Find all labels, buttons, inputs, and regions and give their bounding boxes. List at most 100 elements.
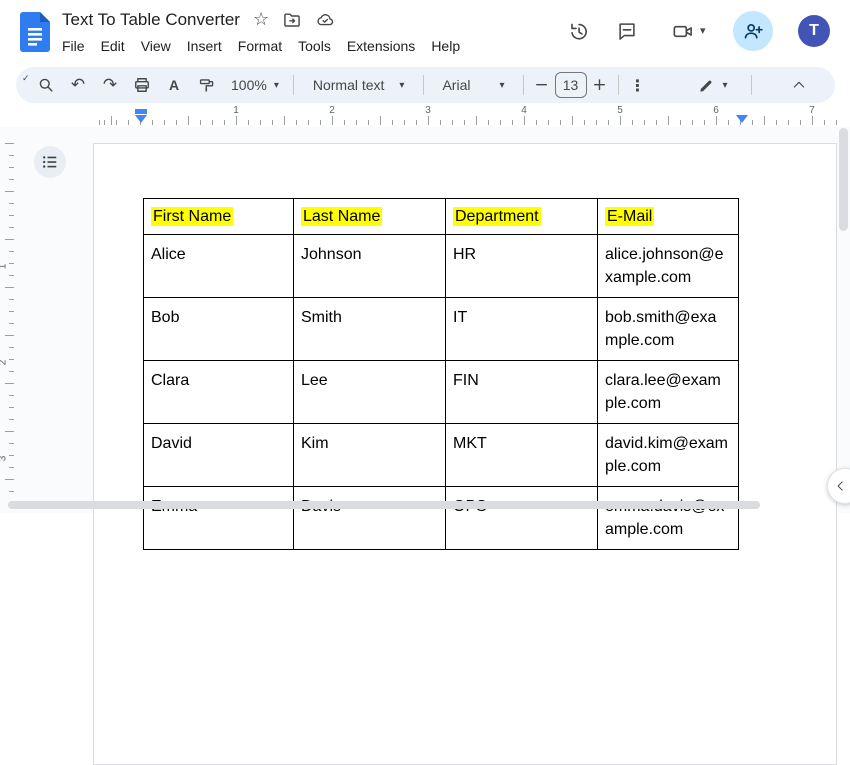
ruler-number: 1 [233, 105, 239, 116]
toolbar-divider [423, 75, 424, 95]
table-header-cell[interactable]: Last Name [294, 199, 446, 235]
ruler-number: 2 [329, 105, 335, 116]
table-row: EmmaDavisOPSemma.davis@example.com [144, 487, 739, 550]
table-cell[interactable]: Alice [144, 235, 294, 298]
toolbar-divider [751, 75, 752, 95]
table-cell[interactable]: Clara [144, 361, 294, 424]
account-avatar[interactable]: T [798, 15, 830, 47]
pen-icon [697, 76, 716, 95]
document-title[interactable]: Text To Table Converter [62, 10, 240, 30]
table-cell[interactable]: clara.lee@example.com [598, 361, 739, 424]
highlighted-header-text: E-Mail [605, 207, 654, 226]
toolbar-divider [618, 75, 619, 95]
menu-item-insert[interactable]: Insert [179, 35, 230, 57]
ruler-number: 3 [425, 105, 431, 116]
vertical-scrollbar-thumb[interactable] [839, 128, 848, 231]
table-cell[interactable]: Bob [144, 298, 294, 361]
spell-a-glyph: A [169, 77, 179, 93]
move-to-folder-icon[interactable] [282, 10, 302, 30]
toolbar-divider [293, 75, 294, 95]
version-history-button[interactable] [558, 11, 598, 51]
table-cell[interactable]: Davis [294, 487, 446, 550]
zoom-value: 100% [231, 77, 267, 93]
hide-menus-button[interactable] [783, 69, 815, 101]
paint-format-button[interactable] [190, 69, 222, 101]
chevron-down-icon: ▾ [274, 80, 279, 91]
table-header-cell[interactable]: Department [446, 199, 598, 235]
font-family-value: Arial [442, 77, 470, 93]
toolbar-divider [523, 75, 524, 95]
table-cell[interactable]: Smith [294, 298, 446, 361]
star-icon[interactable]: ☆ [253, 11, 269, 29]
table-header-cell[interactable]: First Name [144, 199, 294, 235]
increase-font-size-button[interactable]: + [587, 69, 613, 101]
table-cell[interactable]: bob.smith@example.com [598, 298, 739, 361]
document-outline-button[interactable] [34, 146, 66, 178]
table-cell[interactable]: David [144, 424, 294, 487]
menu-item-view[interactable]: View [133, 35, 179, 57]
decrease-font-size-button[interactable]: − [529, 69, 555, 101]
highlighted-header-text: First Name [151, 207, 233, 226]
menu-item-tools[interactable]: Tools [290, 35, 339, 57]
print-button[interactable] [126, 69, 158, 101]
table-row: AliceJohnsonHRalice.johnson@example.com [144, 235, 739, 298]
spell-check-glyph: ✓ [22, 74, 30, 84]
paragraph-style-dropdown[interactable]: Normal text ▾ [299, 71, 419, 99]
cloud-saved-icon[interactable] [315, 10, 335, 30]
chevron-down-icon: ▾ [399, 80, 404, 91]
table-cell[interactable]: Lee [294, 361, 446, 424]
table-cell[interactable]: Kim [294, 424, 446, 487]
menu-item-help[interactable]: Help [423, 35, 468, 57]
table-header-cell[interactable]: E-Mail [598, 199, 739, 235]
ruler-number: 3 [0, 456, 8, 462]
table-header-row: First Name Last Name Department E-Mail [144, 199, 739, 235]
outline-list-icon [40, 152, 60, 172]
table-cell[interactable]: MKT [446, 424, 598, 487]
left-indent-marker[interactable] [135, 115, 147, 123]
first-line-indent-marker[interactable] [135, 109, 147, 114]
share-button[interactable] [733, 11, 773, 51]
menu-item-extensions[interactable]: Extensions [339, 35, 423, 57]
highlighted-header-text: Department [453, 207, 541, 226]
table-cell[interactable]: Emma [144, 487, 294, 550]
chevron-down-icon: ▾ [723, 80, 728, 91]
paragraph-style-value: Normal text [313, 77, 385, 93]
search-menus-button[interactable] [30, 69, 62, 101]
table-cell[interactable]: FIN [446, 361, 598, 424]
zoom-dropdown[interactable]: 100% ▾ [222, 71, 288, 99]
comments-button[interactable] [607, 11, 647, 51]
ruler-number: 5 [617, 105, 623, 116]
table-row: DavidKimMKTdavid.kim@example.com [144, 424, 739, 487]
menu-item-file[interactable]: File [54, 35, 93, 57]
spelling-check-button[interactable]: A ✓ [158, 69, 190, 101]
more-toolbar-options-button[interactable]: ⋮ [624, 69, 652, 101]
table-cell[interactable]: alice.johnson@example.com [598, 235, 739, 298]
menu-item-format[interactable]: Format [230, 35, 290, 57]
undo-button[interactable]: ↶ [62, 69, 94, 101]
table-cell[interactable]: OPS [446, 487, 598, 550]
right-indent-marker[interactable] [736, 115, 748, 123]
chevron-down-icon: ▾ [499, 80, 504, 91]
title-row: Text To Table Converter ☆ [62, 10, 335, 30]
document-canvas: First Name Last Name Department E-Mail Alice… [0, 127, 850, 513]
font-size-field[interactable]: 13 [555, 72, 587, 98]
table-row: BobSmithITbob.smith@example.com [144, 298, 739, 361]
horizontal-scrollbar-thumb[interactable] [8, 501, 760, 509]
menu-item-edit[interactable]: Edit [93, 35, 133, 57]
table-cell[interactable]: HR [446, 235, 598, 298]
ruler-number: 6 [713, 105, 719, 116]
ruler-ticks [93, 116, 842, 125]
video-call-caret-icon[interactable]: ▾ [700, 24, 706, 37]
google-docs-logo-icon[interactable] [20, 12, 50, 52]
ruler-number: 7 [809, 105, 815, 116]
video-call-button[interactable] [662, 11, 702, 51]
table-cell[interactable]: IT [446, 298, 598, 361]
editing-mode-dropdown[interactable]: ▾ [688, 71, 737, 99]
document-page[interactable]: First Name Last Name Department E-Mail Alice… [93, 143, 837, 765]
redo-button[interactable]: ↷ [94, 69, 126, 101]
data-table: First Name Last Name Department E-Mail Alice… [143, 198, 739, 550]
table-cell[interactable]: Johnson [294, 235, 446, 298]
table-cell[interactable]: david.kim@example.com [598, 424, 739, 487]
table-cell[interactable]: emma.davis@example.com [598, 487, 739, 550]
font-family-dropdown[interactable]: Arial ▾ [429, 71, 517, 99]
